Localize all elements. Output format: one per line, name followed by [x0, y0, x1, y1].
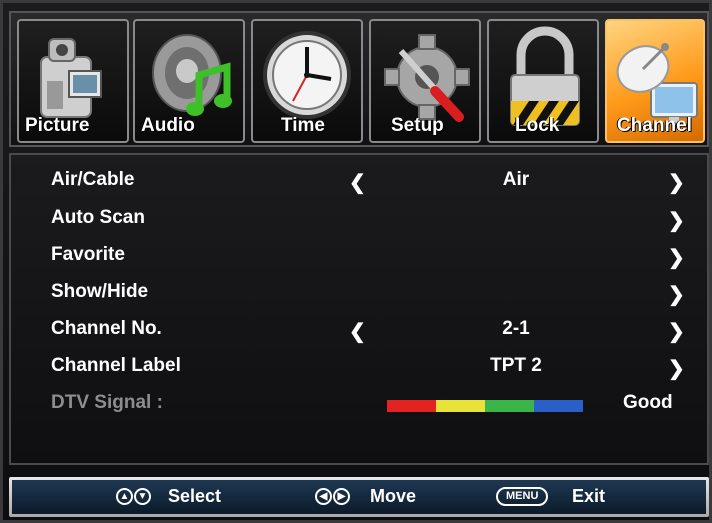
menu-item-value: Air — [502, 169, 530, 190]
left-right-keys-icon: ◀ ▶ — [315, 487, 351, 507]
menu-item-label: Auto Scan — [51, 207, 145, 228]
menu-item-label: Channel Label — [51, 355, 181, 376]
key-hint-bar: ▲ ▼ Select ◀ ▶ Move MENU Exit — [9, 477, 709, 517]
menu-item-auto-scan[interactable]: Auto Scan ❯ — [11, 201, 707, 237]
arrow-right-icon[interactable]: ❯ — [668, 170, 685, 195]
menu-tab-bar: Picture Audio Time Setup Lock Channel — [9, 11, 709, 147]
menu-key-label: MENU — [496, 487, 549, 506]
tab-picture[interactable]: Picture — [17, 19, 129, 143]
up-down-keys-icon: ▲ ▼ — [116, 487, 152, 507]
menu-item-channel-label[interactable]: Channel Label TPT 2 ❯ — [11, 349, 707, 385]
tab-time[interactable]: Time — [251, 19, 363, 143]
menu-key-icon: MENU — [496, 487, 549, 507]
hint-select: Select — [168, 486, 222, 506]
menu-item-label: Air/Cable — [51, 169, 135, 190]
tab-audio[interactable]: Audio — [133, 19, 245, 143]
tab-label: Audio — [141, 115, 195, 136]
arrow-right-icon[interactable]: ❯ — [668, 356, 685, 381]
tab-setup[interactable]: Setup — [369, 19, 481, 143]
menu-item-value: TPT 2 — [490, 355, 542, 376]
tab-channel[interactable]: Channel — [605, 19, 705, 143]
signal-quality-value: Good — [623, 392, 673, 413]
tab-label: Lock — [515, 115, 560, 136]
tab-label: Time — [281, 115, 326, 136]
hint-exit: Exit — [572, 486, 606, 506]
signal-segment — [387, 400, 436, 412]
arrow-right-icon[interactable]: ❯ — [668, 245, 685, 270]
key-hint-panel: ▲ ▼ Select ◀ ▶ Move MENU Exit — [12, 480, 706, 514]
tab-lock[interactable]: Lock — [487, 19, 599, 143]
menu-item-label: Channel No. — [51, 318, 162, 339]
arrow-right-icon[interactable]: ❯ — [668, 282, 685, 307]
menu-item-channel-no[interactable]: Channel No. ❮ 2-1 ❯ — [11, 312, 707, 348]
tv-osd-screen: Picture Audio Time Setup Lock Channel Ai… — [0, 0, 712, 523]
tab-label: Picture — [25, 115, 90, 136]
signal-segment — [485, 400, 534, 412]
signal-segment — [534, 400, 583, 412]
menu-item-value: 2-1 — [502, 318, 530, 339]
menu-item-dtv-signal: DTV Signal : Good — [11, 386, 707, 422]
menu-item-show-hide[interactable]: Show/Hide ❯ — [11, 275, 707, 311]
channel-menu-list: Air/Cable ❮ Air ❯ Auto Scan ❯ Favorite ❯… — [9, 153, 709, 465]
menu-item-label: DTV Signal : — [51, 392, 163, 413]
menu-item-air-cable[interactable]: Air/Cable ❮ Air ❯ — [11, 163, 707, 199]
arrow-left-icon[interactable]: ❮ — [349, 319, 366, 344]
arrow-right-icon[interactable]: ❯ — [668, 319, 685, 344]
hint-move: Move — [370, 486, 417, 506]
menu-item-label: Show/Hide — [51, 281, 149, 302]
tab-label: Channel — [617, 115, 692, 136]
menu-item-favorite[interactable]: Favorite ❯ — [11, 238, 707, 274]
menu-item-label: Favorite — [51, 244, 125, 265]
arrow-left-icon[interactable]: ❮ — [349, 170, 366, 195]
signal-segment — [436, 400, 485, 412]
signal-strength-bar — [387, 400, 583, 412]
arrow-right-icon[interactable]: ❯ — [668, 208, 685, 233]
tab-label: Setup — [391, 115, 444, 136]
